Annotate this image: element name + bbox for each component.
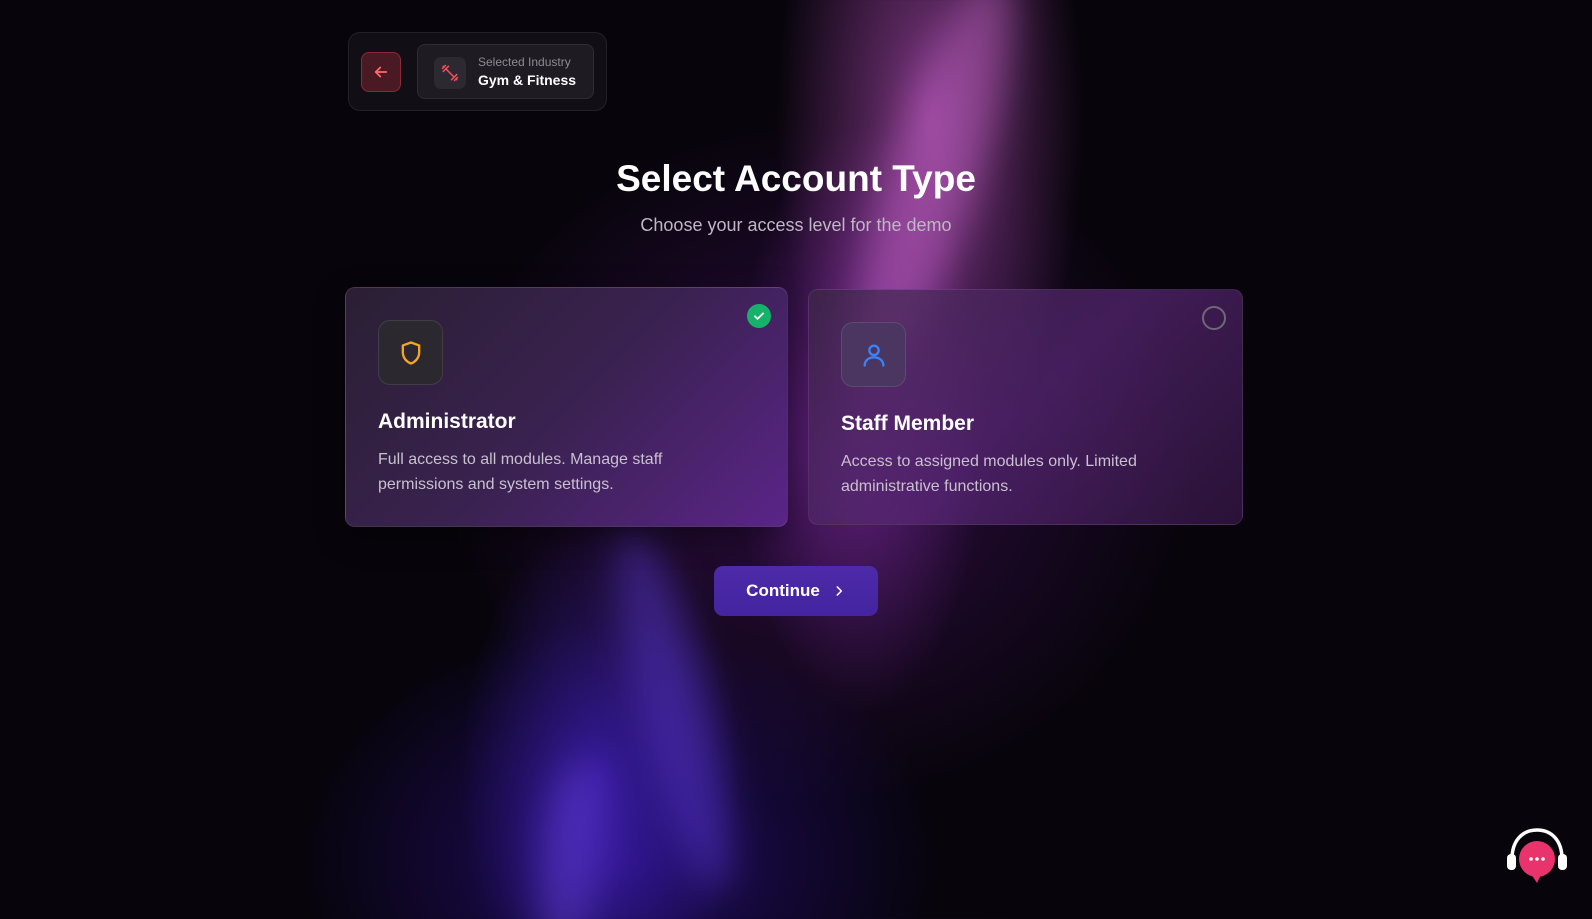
card-title: Staff Member [841,412,975,435]
continue-button[interactable]: Continue [714,566,878,616]
industry-name: Gym & Fitness [478,72,577,88]
page-subtitle: Choose your access level for the demo [640,215,952,235]
page-title: Select Account Type [616,158,976,199]
card-description: Access to assigned modules only. Limited… [841,453,1137,495]
unselected-radio-icon [1202,306,1226,330]
user-icon [841,322,906,387]
selected-industry-card: Selected Industry Gym & Fitness [417,44,594,99]
dumbbell-icon [434,57,466,89]
support-chat-button[interactable] [1504,821,1570,887]
account-type-card-administrator[interactable]: Administrator Full access to all modules… [345,287,788,527]
continue-label: Continue [746,581,820,600]
chevron-right-icon [836,586,842,596]
selected-check-icon [747,304,771,328]
headset-chat-icon [1507,828,1567,883]
arrow-left-icon [374,66,388,78]
background-glow [529,757,611,919]
industry-caption: Selected Industry [478,55,571,69]
card-description: Full access to all modules. Manage staff… [378,451,663,493]
industry-header: Selected Industry Gym & Fitness [348,32,607,111]
shield-icon [378,320,443,385]
account-type-card-staff-member[interactable]: Staff Member Access to assigned modules … [808,289,1243,525]
card-title: Administrator [378,410,516,433]
back-button[interactable] [361,52,401,92]
